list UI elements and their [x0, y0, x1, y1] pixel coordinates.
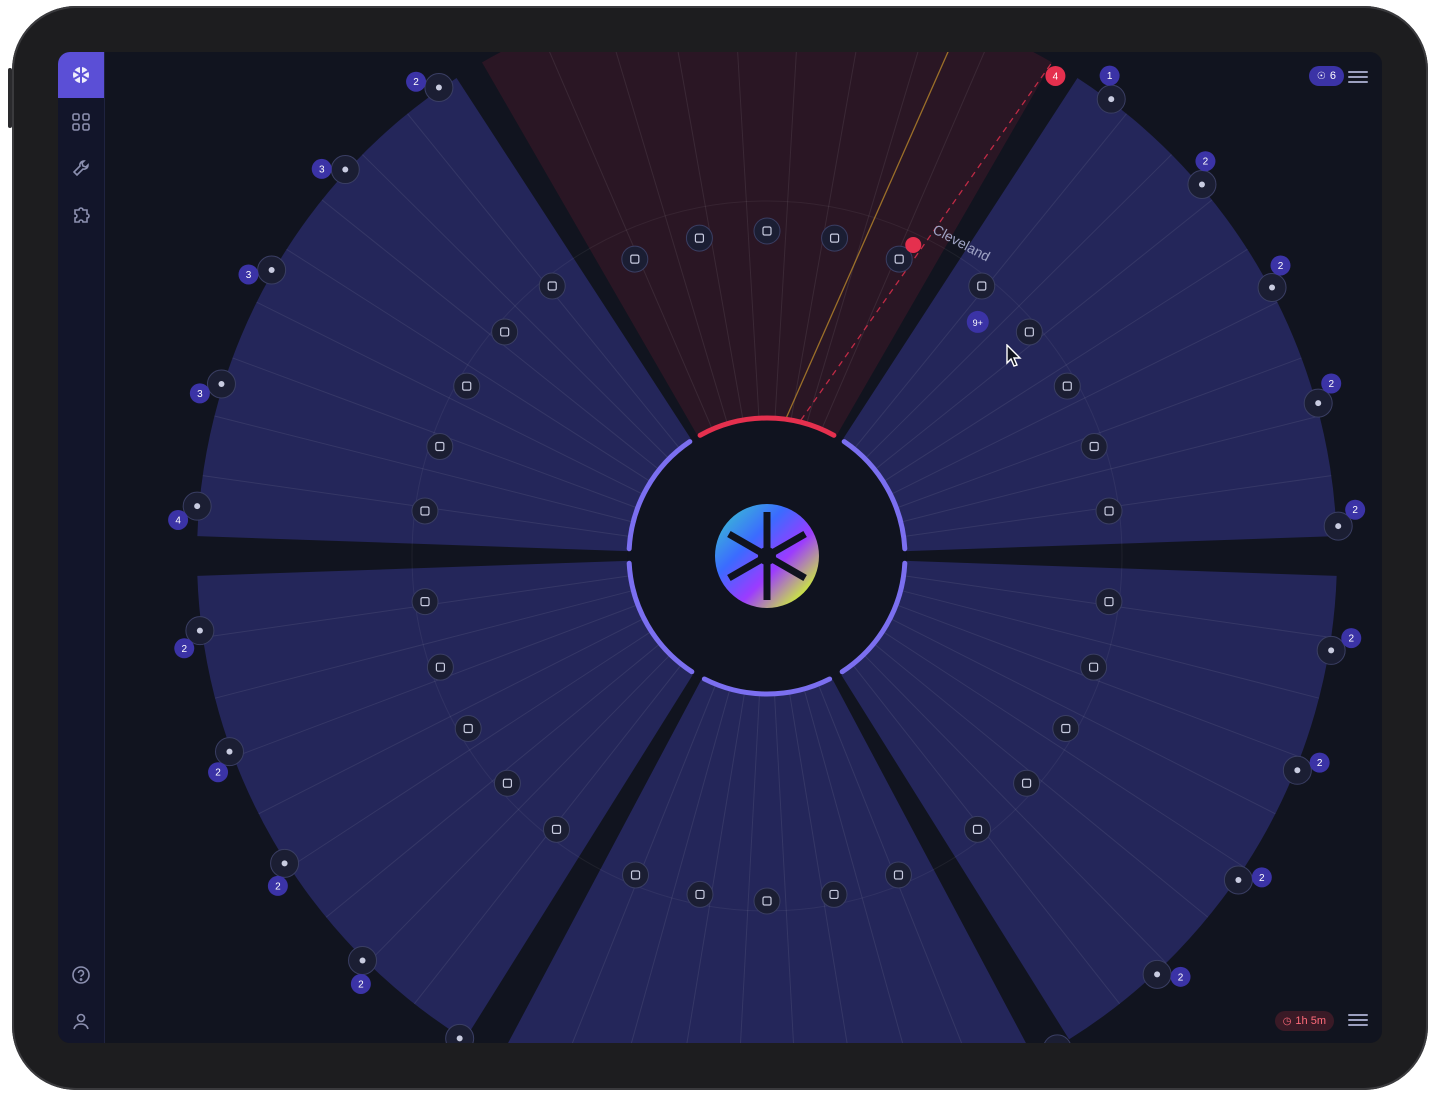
outer-badge-left-label: 3	[246, 270, 252, 281]
outer-badge-right-label: 2	[1352, 505, 1358, 516]
outer-badge-left-label: 2	[413, 77, 419, 88]
outer-badge-left-label: 2	[358, 979, 364, 990]
hub-glyph	[456, 1035, 463, 1042]
wrench-icon[interactable]	[69, 156, 93, 180]
outer-badge-left-label: 2	[215, 768, 221, 779]
device-node-door-icon[interactable]	[1095, 588, 1123, 616]
hub-glyph	[1294, 767, 1301, 774]
outer-badge-right-label: 2	[1348, 634, 1354, 645]
device-node-door-icon[interactable]	[542, 815, 570, 843]
outer-badge-left-label: 4	[175, 515, 181, 526]
hub-glyph	[1269, 284, 1276, 291]
help-icon[interactable]	[69, 963, 93, 987]
puzzle-icon[interactable]	[69, 202, 93, 226]
outer-badge-right-label: 2	[1178, 972, 1184, 983]
device-node-location-icon[interactable]	[453, 372, 481, 400]
app-screen: Cleveland9+233342222312222222224 ☉ 6 ◷ 1…	[58, 52, 1382, 1043]
device-node-barrier-icon[interactable]	[1015, 318, 1043, 346]
side-button	[8, 68, 12, 128]
outer-badge-right-label: 2	[1317, 758, 1323, 769]
hub-glyph	[1108, 96, 1115, 103]
device-node-camera-icon[interactable]	[426, 653, 454, 681]
device-node-location-icon[interactable]	[753, 217, 781, 245]
device-node-barrier-icon[interactable]	[685, 224, 713, 252]
hub-glyph	[194, 503, 201, 510]
outer-badge-right-label: 1	[1107, 71, 1113, 82]
outer-badge-right-label: 2	[1259, 873, 1265, 884]
notifications-badge[interactable]: ☉ 6	[1308, 66, 1344, 86]
hub-glyph	[1235, 876, 1242, 883]
device-node-barrier-icon[interactable]	[1080, 653, 1108, 681]
device-node-door-icon[interactable]	[411, 497, 439, 525]
user-icon[interactable]	[69, 1009, 93, 1033]
notifications-count: 6	[1329, 70, 1336, 82]
device-node-barrier-icon[interactable]	[493, 769, 521, 797]
hub-glyph	[1315, 400, 1322, 407]
device-node-barrier-icon[interactable]	[820, 880, 848, 908]
hub-glyph	[342, 166, 349, 173]
outer-badge-right-label: 2	[1278, 261, 1284, 272]
hub-glyph	[196, 627, 203, 634]
alarm-clock-icon: ◷	[1282, 1015, 1292, 1027]
hub-glyph	[435, 84, 442, 91]
mouse-cursor-icon	[1006, 344, 1022, 367]
device-node-star-icon[interactable]	[622, 861, 650, 889]
device-node-location-icon[interactable]	[753, 887, 781, 915]
outer-badge-left-label: 2	[275, 881, 281, 892]
device-node-location-icon[interactable]	[454, 715, 482, 742]
device-node-location-icon[interactable]	[1053, 372, 1081, 400]
timer-value: 1h 5m	[1295, 1015, 1326, 1027]
hub-glyph	[359, 957, 366, 964]
hub-glyph	[1154, 971, 1161, 978]
hub-glyph	[226, 748, 233, 755]
device-node-camera-icon[interactable]	[491, 318, 519, 346]
hub-glyph	[268, 267, 275, 273]
count-badge-label: 9+	[973, 318, 983, 328]
device-node-barrier-icon[interactable]	[426, 433, 454, 461]
device-node-door-icon[interactable]	[621, 245, 649, 273]
outer-badge-right-label: 2	[1203, 157, 1209, 168]
timer-badge[interactable]: ◷ 1h 5m	[1274, 1011, 1334, 1031]
hub-glyph	[1335, 523, 1342, 530]
bell-icon: ☉	[1316, 70, 1326, 82]
logo-core	[758, 547, 776, 565]
list-menu-icon[interactable]	[1348, 68, 1368, 84]
device-node-door-icon[interactable]	[968, 272, 996, 300]
alert-badge-icon	[905, 236, 922, 253]
hub-glyph	[1198, 181, 1205, 188]
device-node-camera-icon[interactable]	[1080, 433, 1108, 461]
radial-wheel: Cleveland9+233342222312222222224	[168, 52, 1366, 1043]
outer-badge-right-label: 2	[1328, 379, 1334, 390]
device-node-star-icon[interactable]	[1095, 497, 1123, 525]
app-logo-button[interactable]	[58, 52, 104, 98]
hub-glyph	[1328, 647, 1335, 654]
hub-glyph	[281, 860, 288, 867]
outer-badge-left-label: 3	[319, 164, 325, 175]
device-node-camera-icon[interactable]	[686, 880, 714, 908]
device-node-camera-icon[interactable]	[821, 224, 849, 252]
hub-glyph	[218, 380, 225, 387]
outer-badge-left-label: 3	[197, 389, 203, 400]
device-node-star-icon[interactable]	[411, 588, 439, 616]
device-node-door-icon[interactable]	[884, 861, 912, 889]
app-logo-icon	[73, 67, 89, 83]
dashboard-icon[interactable]	[69, 110, 93, 134]
sidebar	[58, 52, 105, 1043]
device-node-camera-icon[interactable]	[1013, 769, 1041, 797]
device-node-star-icon[interactable]	[538, 272, 566, 300]
outer-badge-left-label: 2	[181, 644, 187, 655]
layers-menu-icon[interactable]	[1348, 1011, 1368, 1027]
device-node-star-icon[interactable]	[964, 815, 992, 843]
top-alert-badge-label: 4	[1053, 71, 1059, 82]
device-node-location-icon[interactable]	[1052, 715, 1080, 742]
